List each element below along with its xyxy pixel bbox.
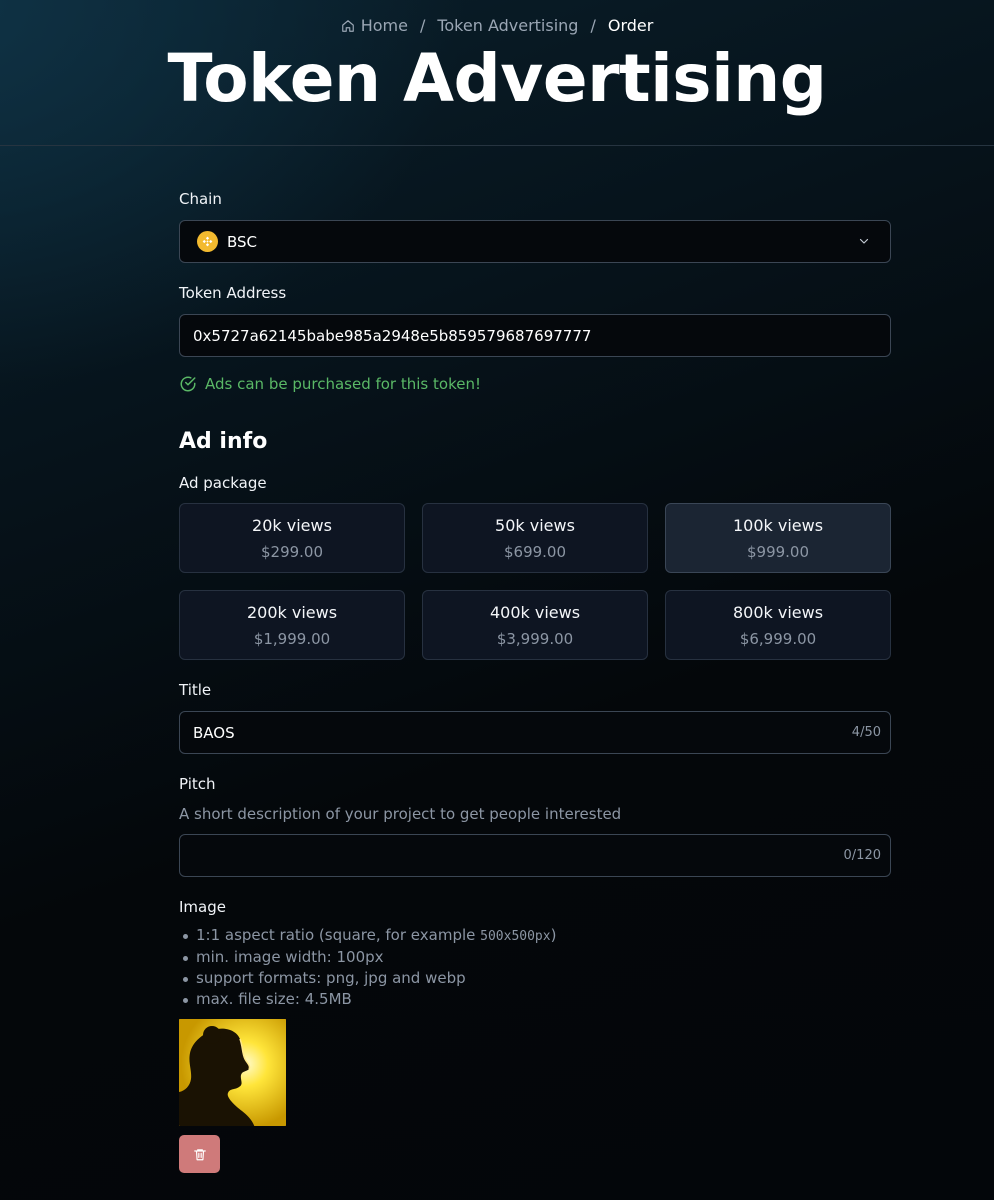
home-icon <box>341 19 354 32</box>
package-price: $1,999.00 <box>253 629 331 648</box>
page-header: Home / Token Advertising / Order Token A… <box>0 0 994 146</box>
token-address-input[interactable]: 0x5727a62145babe985a2948e5b8595796876977… <box>179 314 891 357</box>
image-label: Image <box>179 898 226 916</box>
ad-package-option[interactable]: 400k views $3,999.00 <box>422 590 648 660</box>
image-requirement-item: support formats: png, jpg and webp <box>179 968 891 989</box>
chain-label: Chain <box>179 190 222 208</box>
package-price: $699.00 <box>503 542 567 561</box>
check-circle-icon <box>180 376 196 392</box>
order-form: Chain BSC Token Address 0x5727a62145babe… <box>179 190 891 1173</box>
title-value: BAOS <box>193 723 235 742</box>
chain-selected-value: BSC <box>227 232 258 251</box>
bnb-coin-icon <box>197 231 218 252</box>
package-views: 20k views <box>252 515 332 535</box>
breadcrumb-home[interactable]: Home <box>341 16 408 35</box>
image-requirement-item: min. image width: 100px <box>179 947 891 968</box>
token-status-text: Ads can be purchased for this token! <box>205 375 481 393</box>
pitch-char-counter: 0/120 <box>843 848 881 863</box>
image-requirement-item: 1:1 aspect ratio (square, for example 50… <box>179 925 891 947</box>
ad-package-label: Ad package <box>179 474 267 492</box>
delete-image-button[interactable] <box>179 1135 220 1173</box>
ad-info-heading: Ad info <box>179 429 268 454</box>
package-views: 100k views <box>732 515 824 535</box>
image-requirement-aspect-end: ) <box>550 926 557 944</box>
pitch-input[interactable]: 0/120 <box>179 834 891 877</box>
title-input[interactable]: BAOS 4/50 <box>179 711 891 754</box>
image-requirements-list: 1:1 aspect ratio (square, for example 50… <box>179 925 891 1010</box>
package-views: 400k views <box>489 602 581 622</box>
package-views: 800k views <box>732 602 824 622</box>
title-label: Title <box>179 681 212 699</box>
package-price: $999.00 <box>746 542 810 561</box>
package-price: $6,999.00 <box>739 629 817 648</box>
ad-package-option[interactable]: 200k views $1,999.00 <box>179 590 405 660</box>
breadcrumb: Home / Token Advertising / Order <box>0 16 994 35</box>
page-title: Token Advertising <box>167 40 827 117</box>
image-requirement-example: 500x500px <box>480 929 551 944</box>
package-views: 200k views <box>246 602 338 622</box>
ad-package-grid: 20k views $299.00 50k views $699.00 100k… <box>179 503 891 660</box>
token-status: Ads can be purchased for this token! <box>179 375 891 393</box>
ad-package-option[interactable]: 50k views $699.00 <box>422 503 648 573</box>
image-requirement-item: max. file size: 4.5MB <box>179 989 891 1010</box>
title-char-counter: 4/50 <box>851 725 881 740</box>
trash-icon <box>193 1148 206 1160</box>
ad-package-option[interactable]: 800k views $6,999.00 <box>665 590 891 660</box>
portrait-silhouette <box>179 1019 286 1126</box>
package-price: $299.00 <box>260 542 324 561</box>
image-requirement-aspect: 1:1 aspect ratio (square, for example <box>196 926 481 944</box>
pitch-label: Pitch <box>179 775 216 793</box>
ad-package-option[interactable]: 20k views $299.00 <box>179 503 405 573</box>
chevron-down-icon <box>859 238 869 244</box>
breadcrumb-separator: / <box>590 16 596 35</box>
chain-select[interactable]: BSC <box>179 220 891 263</box>
breadcrumb-current: Order <box>607 16 654 35</box>
token-address-value: 0x5727a62145babe985a2948e5b8595796876977… <box>193 326 592 345</box>
token-address-label: Token Address <box>179 284 287 302</box>
breadcrumb-home-label: Home <box>360 16 408 35</box>
ad-package-option-selected[interactable]: 100k views $999.00 <box>665 503 891 573</box>
pitch-help-text: A short description of your project to g… <box>179 805 622 823</box>
breadcrumb-separator: / <box>419 16 426 35</box>
package-views: 50k views <box>495 515 575 535</box>
breadcrumb-token-advertising[interactable]: Token Advertising <box>437 16 578 35</box>
package-price: $3,999.00 <box>496 629 574 648</box>
image-preview <box>179 1019 286 1126</box>
